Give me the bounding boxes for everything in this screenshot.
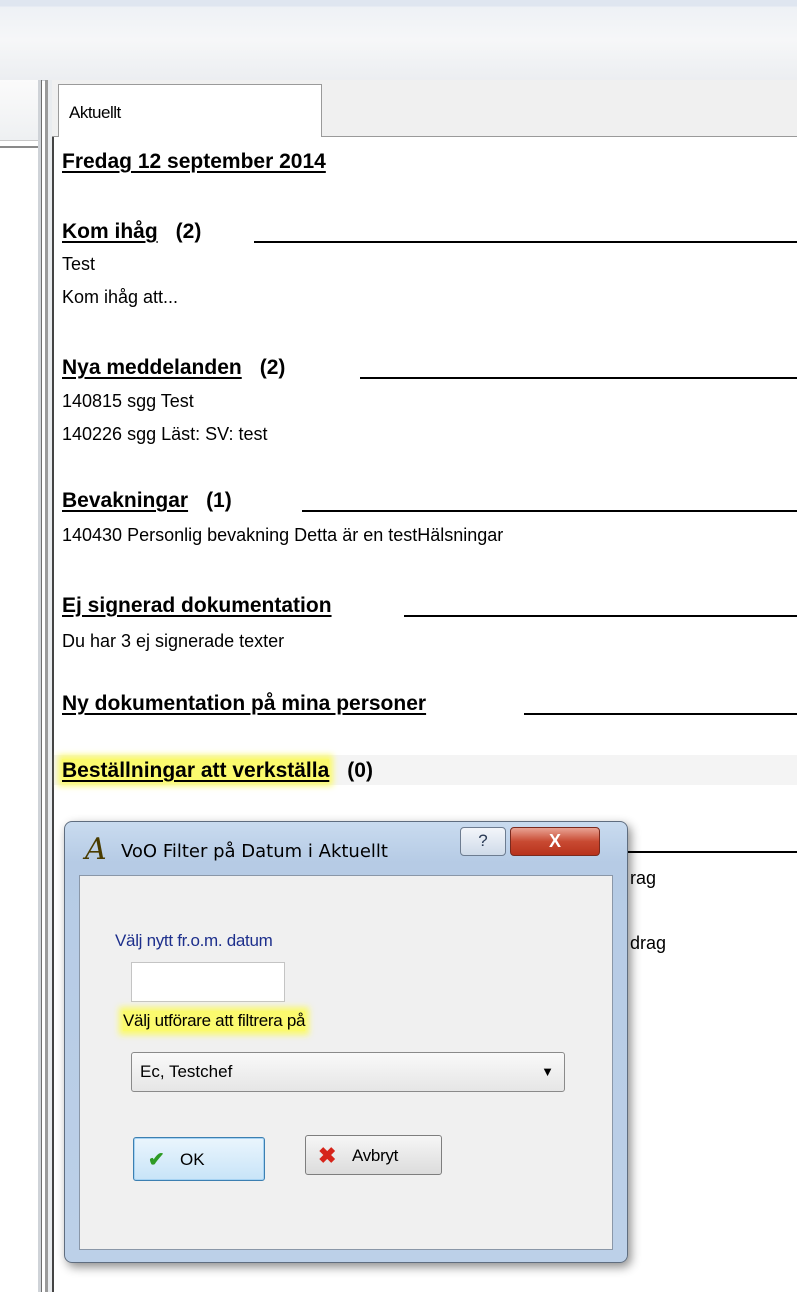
filter-dialog: A VoO Filter på Datum i Aktuellt ? X Väl…: [64, 821, 628, 1263]
section-count: (0): [347, 759, 373, 782]
section-count: (1): [206, 489, 232, 512]
ok-button[interactable]: ✔ OK: [133, 1137, 265, 1181]
ok-button-label: OK: [180, 1150, 205, 1169]
section-rule: [614, 851, 797, 853]
chevron-down-icon: ▼: [541, 1064, 554, 1079]
cancel-button[interactable]: ✖ Avbryt: [305, 1135, 442, 1175]
section-heading-ny-dokumentation: Ny dokumentation på mina personer: [62, 692, 426, 716]
section-title: Nya meddelanden: [62, 356, 242, 379]
list-item-partial[interactable]: drag: [630, 933, 666, 954]
list-item[interactable]: 140815 sgg Test: [62, 391, 194, 412]
splitter-line: [41, 80, 42, 1292]
section-heading-ej-signerad: Ej signerad dokumentation: [62, 594, 332, 618]
left-panel: [0, 80, 38, 1292]
section-heading-bestallningar: Beställningar att verkställa (0): [62, 759, 373, 783]
red-x-icon: ✖: [318, 1143, 337, 1168]
section-rule: [302, 510, 797, 512]
section-count: (2): [259, 356, 286, 379]
section-rule: [404, 615, 797, 617]
app-logo-icon: A: [85, 832, 107, 867]
date-input[interactable]: [131, 962, 285, 1002]
performer-selected-value: Ec, Testchef: [140, 1062, 233, 1081]
performer-label: Välj utförare att filtrera på: [123, 1011, 306, 1031]
section-title-highlighted: Beställningar att verkställa: [62, 759, 330, 782]
left-panel-divider: [0, 146, 38, 148]
section-heading-bevakningar: Bevakningar (1): [62, 489, 232, 513]
list-item[interactable]: 140430 Personlig bevakning Detta är en t…: [62, 525, 503, 546]
date-label: Välj nytt fr.o.m. datum: [115, 931, 273, 950]
section-title: Kom ihåg: [62, 220, 158, 243]
section-title: Ny dokumentation på mina personer: [62, 692, 427, 715]
checkmark-icon: ✔: [148, 1149, 165, 1171]
left-panel-header: [0, 80, 38, 141]
section-title: Bevakningar: [62, 489, 189, 512]
dialog-title: VoO Filter på Datum i Aktuellt: [121, 841, 388, 862]
cancel-button-label: Avbryt: [352, 1146, 399, 1165]
section-title: Ej signerad dokumentation: [62, 594, 332, 617]
list-item[interactable]: Du har 3 ej signerade texter: [62, 631, 284, 652]
toolbar-area: [0, 0, 797, 81]
tab-label: Aktuellt: [69, 103, 121, 122]
list-item[interactable]: Kom ihåg att...: [62, 287, 178, 308]
tab-strip: Aktuellt: [52, 80, 797, 137]
close-button[interactable]: X: [510, 827, 600, 856]
date-heading: Fredag 12 september 2014: [62, 150, 326, 174]
section-rule: [360, 377, 797, 379]
help-button[interactable]: ?: [460, 827, 506, 856]
section-heading-nya-meddelanden: Nya meddelanden (2): [62, 356, 285, 380]
section-heading-kom-ihag: Kom ihåg (2): [62, 220, 201, 244]
list-item[interactable]: 140226 sgg Läst: SV: test: [62, 424, 267, 445]
date-heading-text: Fredag 12 september 2014: [62, 150, 326, 173]
list-item-partial[interactable]: rag: [630, 868, 656, 889]
section-count: (2): [175, 220, 202, 243]
list-item[interactable]: Test: [62, 254, 95, 275]
tab-aktuellt[interactable]: Aktuellt: [58, 84, 322, 137]
section-rule: [524, 713, 797, 715]
section-rule: [254, 241, 797, 243]
performer-select[interactable]: Ec, Testchef ▼: [131, 1052, 565, 1092]
